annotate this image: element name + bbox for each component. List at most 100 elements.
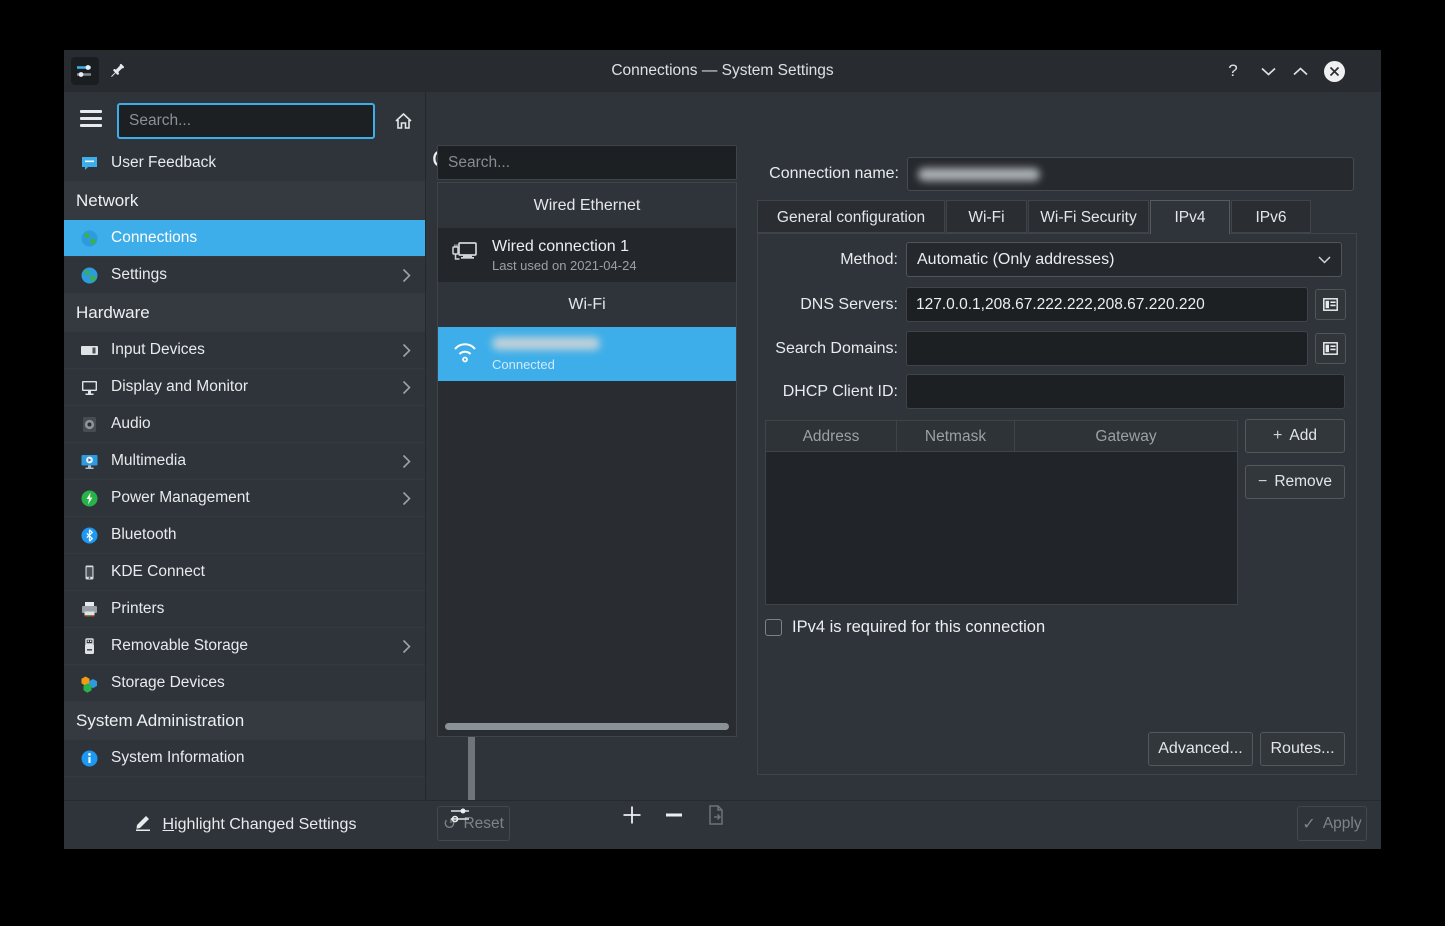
tab-wifi[interactable]: Wi-Fi [946,200,1027,233]
minus-icon: − [1258,473,1267,491]
menu-icon[interactable] [80,110,102,127]
sidebar-item-bluetooth[interactable]: Bluetooth [64,517,425,554]
check-icon: ✓ [1302,814,1315,834]
multimedia-icon [80,452,99,471]
sidebar-item-printers[interactable]: Printers [64,591,425,628]
tab-general-configuration[interactable]: General configuration [757,200,945,233]
add-connection-icon[interactable] [619,802,645,828]
help-button[interactable]: ? [1220,58,1246,84]
column-netmask: Netmask [897,420,1015,452]
chevron-right-icon [402,268,411,288]
routes-button[interactable]: Routes... [1260,732,1345,766]
redacted-wifi-name [492,337,600,355]
remove-address-button[interactable]: −Remove [1245,465,1345,499]
power-icon [80,489,99,508]
plus-icon: + [1273,427,1282,445]
home-icon[interactable] [393,111,414,136]
tab-ipv6[interactable]: IPv6 [1231,200,1311,233]
connection-search-input[interactable] [437,145,737,180]
system-settings-window: Connections — System Settings ? Connecti… [64,50,1381,849]
sidebar-item-user-feedback[interactable]: User Feedback [64,145,425,182]
list-edit-icon [1323,342,1338,355]
connection-subtitle: Last used on 2021-04-24 [492,258,637,273]
usb-icon [80,637,99,656]
chevron-right-icon [402,343,411,363]
wired-network-icon [450,239,480,272]
list-edit-icon [1323,298,1338,311]
dns-servers-label: DNS Servers: [764,287,898,322]
configure-connection-icon[interactable] [447,802,473,828]
dns-servers-input[interactable] [906,287,1308,322]
search-domains-input[interactable] [906,331,1308,366]
edit-domains-list-button[interactable] [1315,333,1346,364]
window-title: Connections — System Settings [64,50,1381,92]
addresses-table-body[interactable] [765,452,1238,605]
sidebar-item-removable-storage[interactable]: Removable Storage [64,628,425,665]
chevron-down-icon [1318,251,1331,269]
connection-item-wired[interactable]: Wired connection 1 Last used on 2021-04-… [438,228,736,282]
add-address-button[interactable]: +Add [1245,419,1345,453]
connection-list-hscrollbar[interactable] [445,723,729,730]
panel-divider [425,92,426,800]
advanced-button[interactable]: Advanced... [1148,732,1253,766]
apply-button[interactable]: ✓Apply [1297,806,1367,841]
sidebar-item-storage-devices[interactable]: Storage Devices [64,665,425,702]
sidebar-section-hardware: Hardware [64,294,425,332]
globe-icon [80,229,99,248]
sidebar-item-kde-connect[interactable]: KDE Connect [64,554,425,591]
wifi-icon [450,338,480,371]
chevron-right-icon [402,491,411,511]
ipv4-required-checkbox-row[interactable]: IPv4 is required for this connection [765,618,1045,637]
info-icon [80,749,99,768]
minimize-button[interactable] [1255,58,1281,84]
method-label: Method: [764,242,898,277]
close-icon [1324,61,1345,82]
checkbox-unchecked[interactable] [765,619,782,636]
maximize-button[interactable] [1287,58,1313,84]
tab-ipv4[interactable]: IPv4 [1150,200,1230,234]
edit-pencil-icon [133,813,154,836]
feedback-icon [80,154,99,173]
sidebar-item-power-management[interactable]: Power Management [64,480,425,517]
sidebar-item-network-settings[interactable]: Settings [64,257,425,294]
connection-subtitle: Connected [492,357,600,372]
export-connection-icon[interactable] [703,802,729,828]
group-header-wifi: Wi-Fi [438,282,736,327]
connection-list: Wired Ethernet Wired connection 1 Last u… [437,182,737,737]
chevron-right-icon [402,380,411,400]
search-domains-label: Search Domains: [764,331,898,366]
connection-item-wifi[interactable]: Connected [438,327,736,381]
sidebar: User Feedback Network Connections Settin… [64,145,425,777]
connection-name-label: Connection name: [757,157,899,191]
remove-connection-icon[interactable] [661,802,687,828]
phone-icon [80,563,99,582]
sidebar-item-multimedia[interactable]: Multimedia [64,443,425,480]
storage-icon [80,674,99,693]
sidebar-item-audio[interactable]: Audio [64,406,425,443]
sidebar-item-display-monitor[interactable]: Display and Monitor [64,369,425,406]
sidebar-search-input[interactable] [117,103,375,139]
close-button[interactable] [1321,58,1347,84]
edit-dns-list-button[interactable] [1315,289,1346,320]
dhcp-client-id-input[interactable] [906,374,1345,409]
connection-toolbar [437,798,737,834]
titlebar[interactable]: Connections — System Settings ? [64,50,1381,92]
sidebar-section-network: Network [64,182,425,220]
sidebar-item-input-devices[interactable]: Input Devices [64,332,425,369]
connection-title: Wired connection 1 [492,238,637,256]
highlight-changed-settings[interactable]: Highlight Changed Settings [64,800,425,849]
printer-icon [80,600,99,619]
sidebar-item-system-information[interactable]: System Information [64,740,425,777]
connection-name-input[interactable] [907,157,1354,191]
column-address: Address [765,420,897,452]
addresses-table-header: Address Netmask Gateway [765,420,1238,452]
dhcp-client-id-label: DHCP Client ID: [764,374,898,409]
keyboard-icon [80,341,99,360]
monitor-icon [80,378,99,397]
sidebar-item-connections[interactable]: Connections [64,220,425,257]
method-dropdown[interactable]: Automatic (Only addresses) [906,242,1342,277]
column-gateway: Gateway [1015,420,1238,452]
tab-wifi-security[interactable]: Wi-Fi Security [1028,200,1149,233]
speaker-icon [80,415,99,434]
sidebar-section-system-administration: System Administration [64,702,425,740]
